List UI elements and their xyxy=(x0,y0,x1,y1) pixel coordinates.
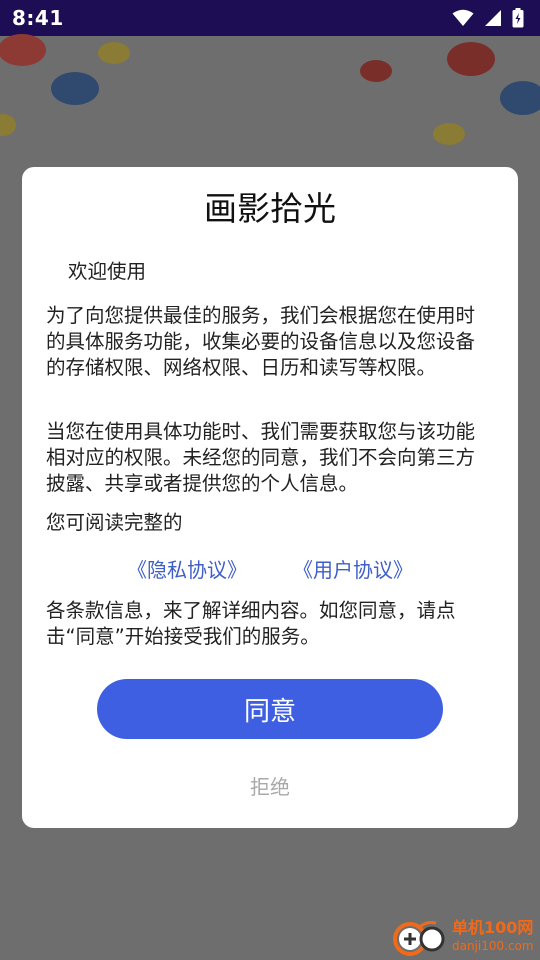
dialog-title: 画影拾光 xyxy=(204,189,336,228)
user-agreement-link[interactable]: 《用户协议》 xyxy=(293,554,413,583)
status-time: 8:41 xyxy=(12,6,64,30)
wifi-icon xyxy=(452,9,474,26)
read-prompt-text: 您可阅读完整的 xyxy=(46,511,183,534)
site-watermark: 单机100网 danji100.com xyxy=(392,914,540,960)
privacy-dialog: 画影拾光 欢迎使用 为了向您提供最佳的服务，我们会根据您在使用时的具体服务功能，… xyxy=(22,167,518,828)
consent-paragraph: 当您在使用具体功能时、我们需要获取您与该功能相对应的权限。未经您的同意，我们不会… xyxy=(46,420,476,495)
status-bar: 8:41 xyxy=(0,0,540,36)
welcome-text: 欢迎使用 xyxy=(68,260,147,283)
decor-dot xyxy=(500,81,540,115)
decor-dot xyxy=(360,60,392,82)
agreement-links: 《隐私协议》 《用户协议》 xyxy=(22,554,518,583)
reject-button[interactable]: 拒绝 xyxy=(22,771,518,800)
watermark-title: 单机100网 xyxy=(452,918,534,937)
decor-dot xyxy=(51,72,99,105)
battery-icon xyxy=(512,8,524,28)
decor-dot xyxy=(0,114,16,136)
signal-icon xyxy=(485,10,501,26)
decor-dot xyxy=(433,123,465,145)
agree-button[interactable]: 同意 xyxy=(97,679,443,739)
decor-dot xyxy=(447,42,495,76)
status-icons xyxy=(452,8,524,28)
decor-dot xyxy=(0,34,46,66)
permission-paragraph: 为了向您提供最佳的服务，我们会根据您在使用时的具体服务功能，收集必要的设备信息以… xyxy=(46,304,476,379)
privacy-policy-link[interactable]: 《隐私协议》 xyxy=(127,554,247,583)
terms-paragraph: 各条款信息，来了解详细内容。如您同意，请点击“同意”开始接受我们的服务。 xyxy=(46,599,456,648)
watermark-url: danji100.com xyxy=(452,939,534,953)
decor-dot xyxy=(98,42,130,64)
watermark-logo-icon xyxy=(393,921,445,956)
